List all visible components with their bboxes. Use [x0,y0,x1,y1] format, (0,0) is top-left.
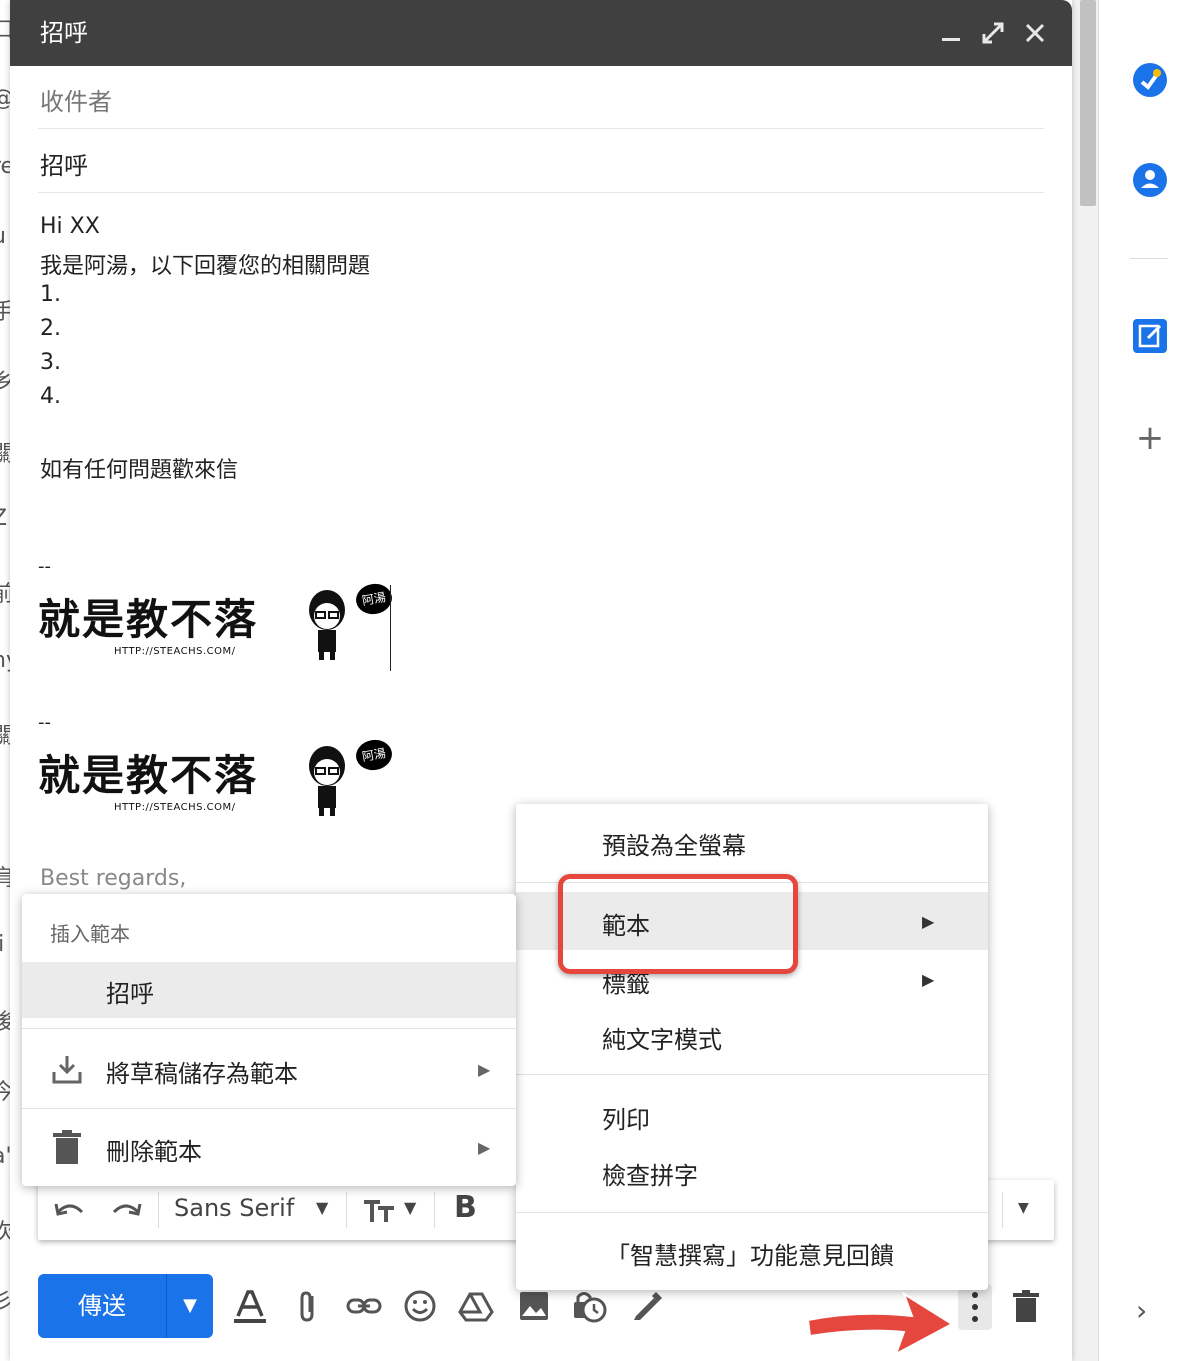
drive-icon[interactable] [456,1286,496,1326]
body-line: 我是阿湯，以下回覆您的相關問題 [40,254,371,279]
divider [38,192,1044,193]
discard-draft-icon[interactable] [1006,1286,1046,1326]
divider [38,128,1044,129]
submenu-arrow-icon: ▶ [478,1138,491,1157]
scrollbar-thumb[interactable] [1080,0,1096,206]
more-formatting-chevron-icon[interactable]: ▼ [1018,1200,1029,1216]
body-line: 3. [40,350,61,375]
body-line: Hi XX [40,214,100,239]
chevron-down-icon[interactable]: ▼ [316,1198,328,1217]
toolbar-divider [1002,1192,1003,1228]
menu-item-smart-compose-feedback[interactable]: 「智慧撰寫」功能意見回饋 [606,1236,894,1271]
submenu-arrow-icon: ▶ [478,1060,491,1079]
toolbar-divider [158,1192,159,1228]
delete-template[interactable]: 刪除範本 [106,1132,202,1167]
chevron-right-icon[interactable]: › [1136,1294,1147,1327]
toolbar-divider [434,1192,435,1228]
signature-dash: -- [38,556,51,577]
undo-icon[interactable] [52,1192,88,1234]
redo-icon[interactable] [108,1192,144,1234]
font-family-select[interactable]: Sans Serif [174,1194,294,1222]
menu-item-spellcheck[interactable]: 檢查拼字 [602,1156,698,1191]
keep-notes-icon[interactable] [1130,316,1170,356]
menu-divider [22,1028,516,1029]
send-button[interactable]: 傳送 [38,1274,166,1338]
submenu-arrow-icon: ▶ [922,970,935,989]
chevron-down-icon[interactable]: ▼ [404,1198,416,1217]
signature-logo-text: 就是教不落 [38,595,259,644]
signature-logo-text: 就是教不落 [38,751,259,800]
side-divider [1130,258,1168,259]
link-icon[interactable] [344,1286,384,1326]
highlight-box [558,874,798,974]
more-options-button[interactable] [958,1284,992,1330]
more-vert-icon [972,1292,978,1322]
toolbar-divider [346,1192,347,1228]
avatar-icon [309,746,345,816]
trash-icon [53,1130,81,1164]
signature-bubble: 阿湯 [353,581,395,617]
minimize-icon[interactable] [934,16,968,50]
menu-item-default-fullscreen[interactable]: 預設為全螢幕 [602,826,746,861]
confidential-mode-icon[interactable] [570,1286,610,1326]
save-draft-as-template[interactable]: 將草稿儲存為範本 [106,1054,298,1089]
signature-dash: -- [38,712,51,733]
bold-button[interactable]: B [454,1190,477,1225]
contacts-icon[interactable] [1130,160,1170,200]
font-size-icon[interactable] [362,1192,398,1234]
menu-item-plain-text[interactable]: 純文字模式 [602,1020,722,1055]
body-line: 4. [40,384,61,409]
expand-icon[interactable] [976,16,1010,50]
subject-field[interactable]: 招呼 [40,146,88,181]
download-icon [52,1056,82,1084]
add-addon-icon[interactable]: + [1132,418,1168,458]
menu-divider [516,1212,988,1213]
annotation-arrow-icon [806,1291,954,1357]
signature-pen-icon[interactable] [626,1286,666,1326]
templates-header: 插入範本 [50,922,130,946]
close-icon[interactable] [1018,16,1052,50]
signature-logo: 就是教不落 HTTP://STEACHS.COM/ 阿湯 [38,737,398,820]
emoji-icon[interactable] [400,1286,440,1326]
signature-url: HTTP://STEACHS.COM/ [114,802,236,813]
compose-title: 招呼 [40,19,88,47]
compose-titlebar [10,0,1072,66]
menu-divider [516,1074,988,1075]
closing-text: Best regards, [40,866,187,891]
side-panel [1098,0,1200,1361]
body-line: 如有任何問題歡來信 [40,458,239,483]
insert-photo-icon[interactable] [514,1286,554,1326]
submenu-arrow-icon: ▶ [922,912,935,931]
template-item-highlight[interactable] [22,962,516,1018]
menu-item-print[interactable]: 列印 [602,1100,650,1135]
avatar-icon [309,590,345,660]
body-line: 2. [40,316,61,341]
tasks-icon[interactable] [1130,60,1170,100]
signature-url: HTTP://STEACHS.COM/ [114,646,236,657]
menu-divider [22,1108,516,1109]
recipients-field[interactable]: 收件者 [40,82,112,117]
signature-bubble: 阿湯 [353,737,395,773]
attach-icon[interactable] [288,1286,328,1326]
signature-logo: 就是教不落 HTTP://STEACHS.COM/ 阿湯 [38,581,398,664]
schedule-send-dropdown[interactable]: ▼ [166,1274,213,1338]
formatting-options-icon[interactable] [230,1286,270,1326]
text-cursor [390,585,391,671]
template-item-greeting[interactable]: 招呼 [106,974,154,1009]
body-line: 1. [40,282,61,307]
